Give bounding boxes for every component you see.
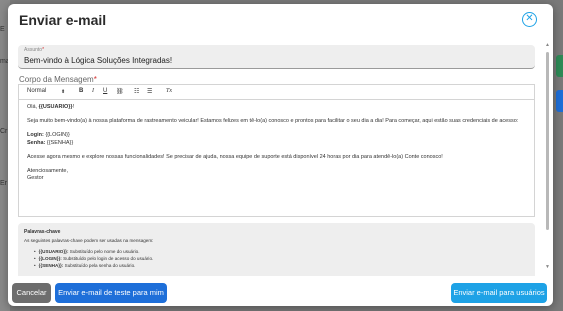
background-blue-button xyxy=(556,90,563,112)
link-icon[interactable]: ⛓ xyxy=(116,88,124,95)
list-item: {{LOGIN}}: Substituído pelo login de ace… xyxy=(34,256,529,261)
underline-button[interactable]: U xyxy=(103,88,107,94)
subject-label: Assunto* xyxy=(24,47,45,53)
editor-content[interactable]: Olá, {{USUARIO}}! Seja muito bem-vindo(a… xyxy=(19,100,534,186)
background-text: Cr xyxy=(0,128,8,135)
send-test-email-button[interactable]: Enviar e-mail de teste para mim xyxy=(55,283,167,303)
scroll-up-icon[interactable]: ▲ xyxy=(545,42,550,48)
dialog-footer: Cancelar Enviar e-mail de teste para mim… xyxy=(8,276,553,306)
keywords-title: Palavras-chave xyxy=(24,229,61,235)
keywords-list: {{USUARIO}}: Substituído pelo nome do us… xyxy=(24,249,529,268)
keywords-description: As seguintes palavras-chave podem ser us… xyxy=(24,238,154,243)
scroll-thumb[interactable] xyxy=(546,52,549,230)
password-line: Senha: {{SENHA}} xyxy=(27,139,74,146)
paragraph-intro: Seja muito bem-vindo(a) à nossa platafor… xyxy=(27,118,519,125)
list-item: {{SENHA}}: Substituído pela senha do usu… xyxy=(34,263,529,268)
background-green-button xyxy=(556,55,563,77)
message-body-label: Corpo da Mensagem* xyxy=(19,75,97,84)
closing-line: Atenciosamente, xyxy=(27,168,68,175)
greeting-line: Olá, {{USUARIO}}! xyxy=(27,104,75,110)
message-editor[interactable]: Normal ⬍ B I U ⛓ ☷ ☰ Tx Olá, {{USUARIO}}… xyxy=(18,84,535,217)
signature-line: Gestor xyxy=(27,175,44,182)
list-item: {{USUARIO}}: Substituído pelo nome do us… xyxy=(34,249,529,254)
send-to-users-button[interactable]: Enviar e-mail para usuários xyxy=(451,283,547,303)
close-icon[interactable]: ✕ xyxy=(522,12,537,27)
format-caret-icon[interactable]: ⬍ xyxy=(61,89,65,95)
bullet-list-icon[interactable]: ☰ xyxy=(147,88,152,95)
ordered-list-icon[interactable]: ☷ xyxy=(134,88,139,95)
format-select[interactable]: Normal xyxy=(27,88,46,94)
subject-field[interactable]: Assunto* Bem-vindo à Lógica Soluções Int… xyxy=(18,45,535,69)
editor-toolbar: Normal ⬍ B I U ⛓ ☷ ☰ Tx xyxy=(19,85,534,100)
send-email-dialog: Enviar e-mail ✕ Assunto* Bem-vindo à Lóg… xyxy=(8,4,553,306)
dialog-scrollbar[interactable]: ▲ ▼ xyxy=(545,40,550,270)
dialog-title: Enviar e-mail xyxy=(19,12,107,28)
italic-button[interactable]: I xyxy=(92,88,94,94)
scroll-down-icon[interactable]: ▼ xyxy=(545,264,550,270)
bold-button[interactable]: B xyxy=(79,88,83,94)
dialog-header: Enviar e-mail ✕ xyxy=(8,4,553,38)
subject-input[interactable]: Bem-vindo à Lógica Soluções Integradas! xyxy=(24,56,172,65)
background-text: E xyxy=(0,26,5,33)
background-text: Er xyxy=(0,180,7,187)
keywords-panel: Palavras-chave As seguintes palavras-cha… xyxy=(18,223,535,276)
cancel-button[interactable]: Cancelar xyxy=(12,283,51,303)
paragraph-support: Acesse agora mesmo e explore nossas func… xyxy=(27,153,443,160)
dialog-body[interactable]: Assunto* Bem-vindo à Lógica Soluções Int… xyxy=(8,38,553,276)
clear-format-icon[interactable]: Tx xyxy=(166,88,172,94)
login-line: Login: {{LOGIN}} xyxy=(27,132,70,139)
